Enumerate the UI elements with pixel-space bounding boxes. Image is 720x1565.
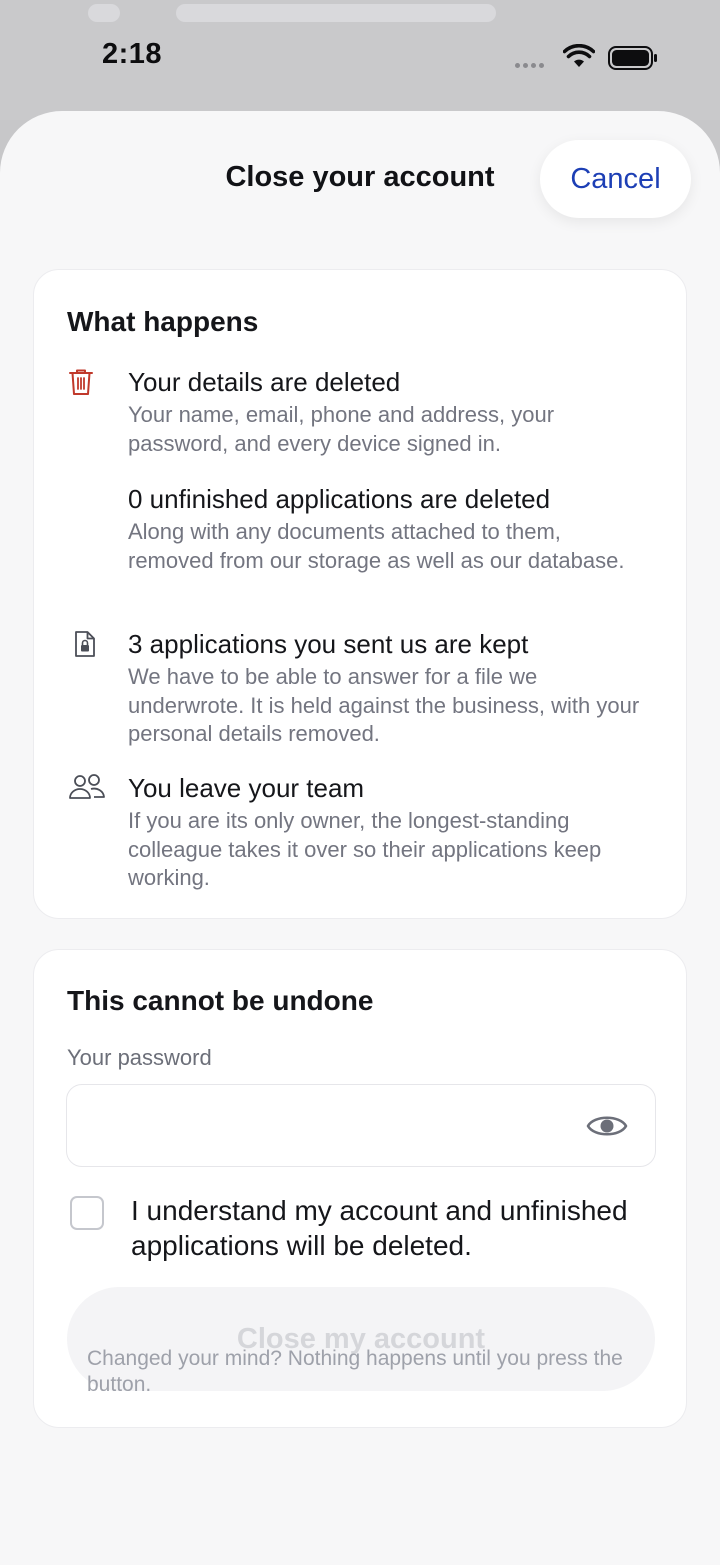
team-icon xyxy=(69,774,105,799)
status-time: 2:18 xyxy=(102,38,163,70)
consequence-description: Along with any documents attached to the… xyxy=(128,519,625,573)
consequence-description: If you are its only owner, the longest-s… xyxy=(128,808,602,890)
acknowledge-label[interactable]: I understand my account and unfinished a… xyxy=(131,1193,661,1263)
cancel-button[interactable]: Cancel xyxy=(540,140,691,218)
consequence-title: Your details are deleted xyxy=(128,367,401,397)
password-label: Your password xyxy=(67,1045,212,1070)
what-happens-heading: What happens xyxy=(67,306,259,337)
locked-document-icon xyxy=(75,631,95,657)
consequence-description: Your name, email, phone and address, you… xyxy=(128,402,555,456)
status-bar: 2:18 xyxy=(0,0,720,110)
consequence-title: You leave your team xyxy=(128,773,365,803)
consequence-description: We have to be able to answer for a file … xyxy=(128,664,640,746)
footer-note: Changed your mind? Nothing happens until… xyxy=(87,1347,623,1396)
what-happens-card: What happens Your details are deleted Yo… xyxy=(33,269,687,919)
consequence-title: 3 applications you sent us are kept xyxy=(128,629,529,659)
password-field[interactable] xyxy=(66,1084,656,1167)
eye-icon[interactable] xyxy=(585,1110,629,1142)
battery-icon xyxy=(608,46,657,70)
wifi-icon xyxy=(563,44,595,67)
signal-dots-icon xyxy=(515,63,544,68)
trash-icon xyxy=(69,369,93,395)
confirm-heading: This cannot be undone xyxy=(67,985,374,1016)
acknowledge-checkbox[interactable] xyxy=(70,1196,104,1230)
consequence-title: 0 unfinished applications are deleted xyxy=(128,484,551,514)
close-account-sheet: Close your account Cancel What happens Y… xyxy=(0,111,720,1565)
